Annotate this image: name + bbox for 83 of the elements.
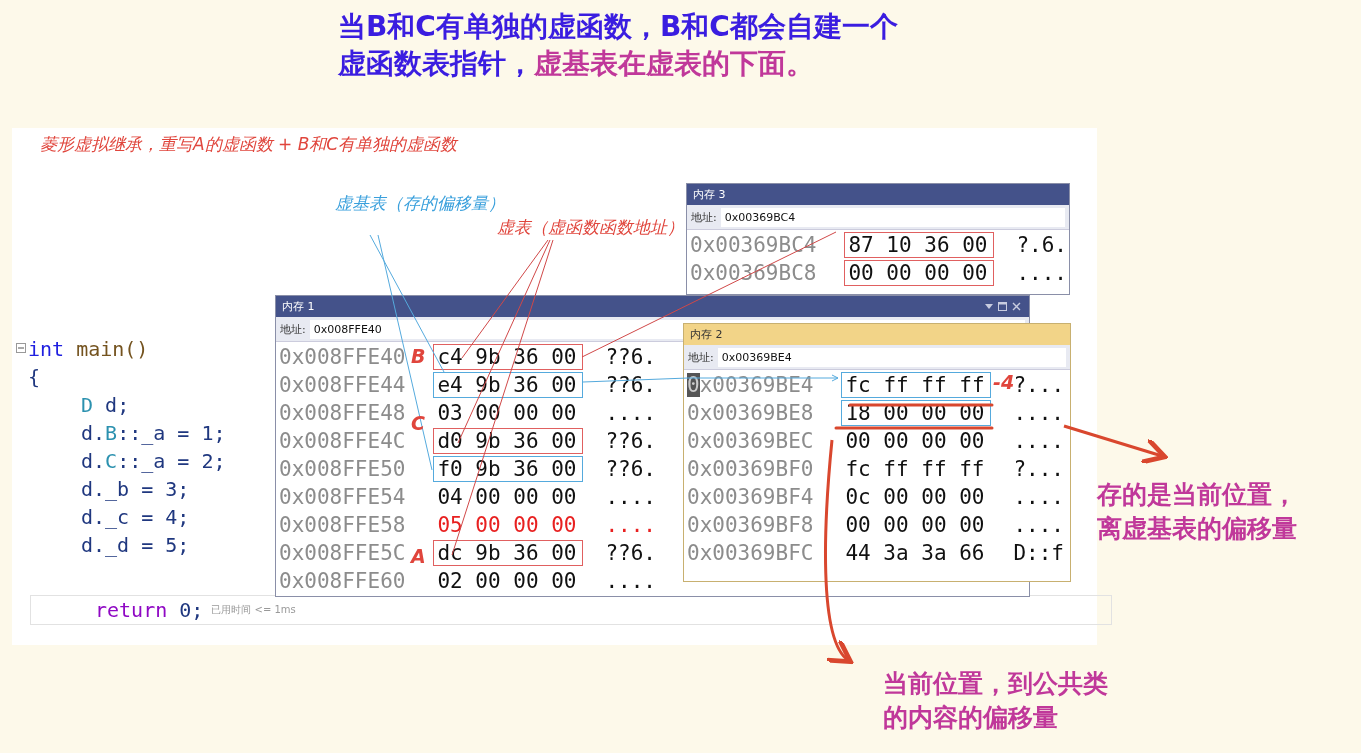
code-line: d.B::_a = 1; xyxy=(81,420,226,447)
memory-ascii: .... xyxy=(605,401,656,425)
memory-ascii: .... xyxy=(1013,513,1064,537)
memory-ascii: ?.6. xyxy=(1016,233,1067,257)
annotation-note: 当前位置，到公共类的内容的偏移量 xyxy=(883,668,1109,734)
memory-bytes: 00 00 00 00 xyxy=(844,260,995,286)
memory-ascii: ??6. xyxy=(605,429,656,453)
memory-bytes: 05 00 00 00 xyxy=(436,512,578,538)
code-line: d._b = 3; xyxy=(81,476,190,503)
memory-ascii: ??6. xyxy=(605,345,656,369)
memory-address: 0x008FFE60 xyxy=(279,569,406,593)
memory-address: 0x00369BF4 xyxy=(687,485,814,509)
memory-ascii: ??6. xyxy=(605,457,656,481)
code-line: return 0; xyxy=(95,597,204,624)
memory-address: 0x008FFE44 xyxy=(279,373,406,397)
memory-bytes: 00 00 00 00 xyxy=(844,428,986,454)
object-marker: B xyxy=(411,345,426,367)
memory-bytes: c4 9b 36 00 xyxy=(433,344,584,370)
memory-address: 0x008FFE48 xyxy=(279,401,406,425)
memory-ascii: .... xyxy=(1013,401,1064,425)
heading: 当B和C有单独的虚函数，B和C都会自建一个虚函数表指针，虚基表在虚表的下面。 xyxy=(338,9,899,82)
memory-bytes: fc ff ff ff xyxy=(841,372,992,398)
window-title: 内存 3 xyxy=(693,187,726,202)
memory-address: 0x008FFE54 xyxy=(279,485,406,509)
code-line: d.C::_a = 2; xyxy=(81,448,226,475)
code-line: d._c = 4; xyxy=(81,504,190,531)
memory-address: 0x00369BF0 xyxy=(687,457,814,481)
window-title: 内存 2 xyxy=(690,327,723,342)
memory-address: 0x008FFE40 xyxy=(279,345,406,369)
memory-address: 0x00369BE8 xyxy=(687,401,814,425)
collapse-icon[interactable] xyxy=(16,343,26,353)
memory-ascii: ??6. xyxy=(605,373,656,397)
address-field[interactable]: 0x00369BE4 xyxy=(717,347,1066,367)
memory-address: 0x008FFE4C xyxy=(279,429,406,453)
address-field[interactable]: 0x00369BC4 xyxy=(720,207,1065,227)
code-line: int main() xyxy=(28,336,149,363)
memory-bytes: 44 3a 3a 66 xyxy=(844,540,986,566)
dropdown-icon[interactable] xyxy=(985,302,993,310)
memory-bytes: f0 9b 36 00 xyxy=(433,456,584,482)
memory-bytes: 04 00 00 00 xyxy=(436,484,578,510)
address-label: 地址: xyxy=(280,321,306,337)
memory-bytes: 0c 00 00 00 xyxy=(844,484,986,510)
code-line: D d; xyxy=(81,392,130,419)
annotation-label: 虚基表（存的偏移量） xyxy=(335,192,505,215)
memory-bytes: 02 00 00 00 xyxy=(436,568,578,594)
window-title: 内存 1 xyxy=(282,299,315,314)
memory-ascii: .... xyxy=(605,569,656,593)
memory-bytes: 87 10 36 00 xyxy=(844,232,995,258)
memory-address: 0x008FFE5C xyxy=(279,541,406,565)
address-label: 地址: xyxy=(691,209,717,225)
object-marker: C xyxy=(411,412,425,434)
memory-address: 0x008FFE50 xyxy=(279,457,406,481)
memory-address: 0x00369BFC xyxy=(687,541,814,565)
memory-ascii: ?... xyxy=(1013,373,1065,397)
memory-ascii: .... xyxy=(605,513,656,537)
slide-title: 菱形虚拟继承，重写A的虚函数 + B和C有单独的虚函数 xyxy=(40,133,458,156)
memory-ascii: D::f xyxy=(1013,541,1064,565)
memory-bytes: dc 9b 36 00 xyxy=(433,540,584,566)
memory-ascii: .... xyxy=(1016,261,1067,285)
timing-hint: 已用时间 <= 1ms xyxy=(211,603,296,617)
memory-address: 0x00369BE4 xyxy=(687,373,814,397)
offset-marker: -4 xyxy=(993,371,1015,393)
memory-bytes: 03 00 00 00 xyxy=(436,400,578,426)
memory-ascii: ??6. xyxy=(605,541,656,565)
memory-address: 0x008FFE58 xyxy=(279,513,406,537)
memory-address: 0x00369BF8 xyxy=(687,513,814,537)
memory-bytes: d0 9b 36 00 xyxy=(433,428,584,454)
close-icon[interactable] xyxy=(1012,302,1021,311)
memory-ascii: .... xyxy=(1013,485,1064,509)
memory-ascii: .... xyxy=(1013,429,1064,453)
memory-ascii: .... xyxy=(605,485,656,509)
memory-address: 0x00369BEC xyxy=(687,429,814,453)
code-line: d._d = 5; xyxy=(81,532,190,559)
object-marker: A xyxy=(411,545,426,567)
memory-bytes: 00 00 00 00 xyxy=(844,512,986,538)
annotation-note: 存的是当前位置，离虚基表的偏移量 xyxy=(1097,479,1298,545)
maximize-icon[interactable] xyxy=(998,302,1007,311)
code-line: { xyxy=(28,364,41,391)
memory-bytes: fc ff ff ff xyxy=(844,456,986,482)
address-label: 地址: xyxy=(688,349,714,365)
memory-ascii: ?... xyxy=(1013,457,1064,481)
memory-bytes: e4 9b 36 00 xyxy=(433,372,584,398)
annotation-label: 虚表（虚函数函数地址） xyxy=(497,216,684,239)
